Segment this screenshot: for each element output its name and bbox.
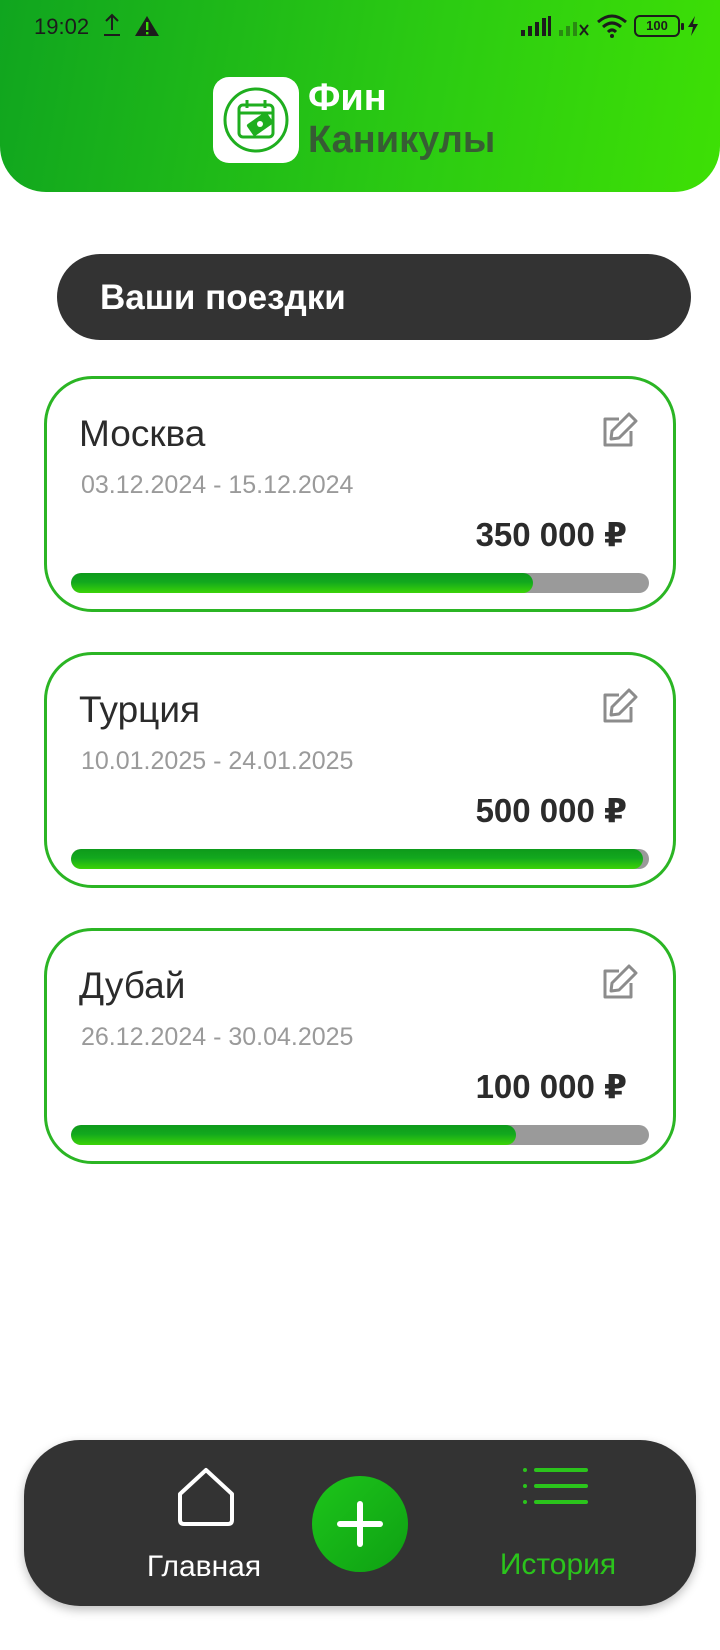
trip-card[interactable]: Москва 03.12.2024 - 15.12.2024 350 000 ₽ [44,376,676,612]
battery-icon: 100 [634,15,684,37]
trip-card[interactable]: Турция 10.01.2025 - 24.01.2025 500 000 ₽ [44,652,676,888]
nav-history-label: История [499,1548,617,1581]
nav-history-button[interactable]: История [468,1466,648,1586]
status-bar: 19:02 100 [0,0,720,56]
calendar-money-icon [223,87,289,153]
edit-icon[interactable] [601,411,639,449]
section-title: Ваши поездки [100,278,346,317]
add-trip-button[interactable] [312,1476,408,1572]
trip-name: Москва [79,413,206,454]
trip-name: Дубай [79,965,186,1006]
charging-icon [688,16,698,36]
signal-icon [521,16,551,36]
trip-name: Турция [79,689,201,730]
logo-title-line1: Фин [308,77,387,119]
trip-amount: 500 000 ₽ [475,792,627,829]
trip-progress-bar [71,849,649,869]
trip-dates: 03.12.2024 - 15.12.2024 [81,471,354,499]
trip-progress-fill [71,849,644,869]
wifi-icon [597,14,627,38]
nav-home-button[interactable]: Главная [124,1466,284,1586]
app-header: 19:02 100 Фин Каникулы [0,0,720,192]
trip-card[interactable]: Дубай 26.12.2024 - 30.04.2025 100 000 ₽ [44,928,676,1164]
trip-amount: 350 000 ₽ [475,516,627,553]
trip-progress-bar [71,573,649,593]
no-signal-icon [559,22,589,36]
nav-home-label: Главная [146,1550,262,1583]
bottom-nav: Главная История [24,1440,696,1606]
trip-progress-fill [71,1125,517,1145]
trip-dates: 26.12.2024 - 30.04.2025 [81,1023,354,1051]
warning-icon [135,16,159,36]
logo-title-line2: Каникулы [308,119,496,161]
trip-progress-bar [71,1125,649,1145]
edit-icon[interactable] [601,963,639,1001]
home-icon [178,1468,234,1526]
trip-amount: 100 000 ₽ [475,1068,627,1105]
edit-icon[interactable] [601,687,639,725]
app-logo [213,77,299,163]
plus-icon [337,1501,383,1547]
upload-icon [104,13,120,36]
list-icon [523,1468,588,1504]
section-header: Ваши поездки [57,254,691,340]
trip-progress-fill [71,573,534,593]
status-icons: 100 [520,12,700,40]
status-time: 19:02 [34,14,90,39]
trip-dates: 10.01.2025 - 24.01.2025 [81,747,354,775]
